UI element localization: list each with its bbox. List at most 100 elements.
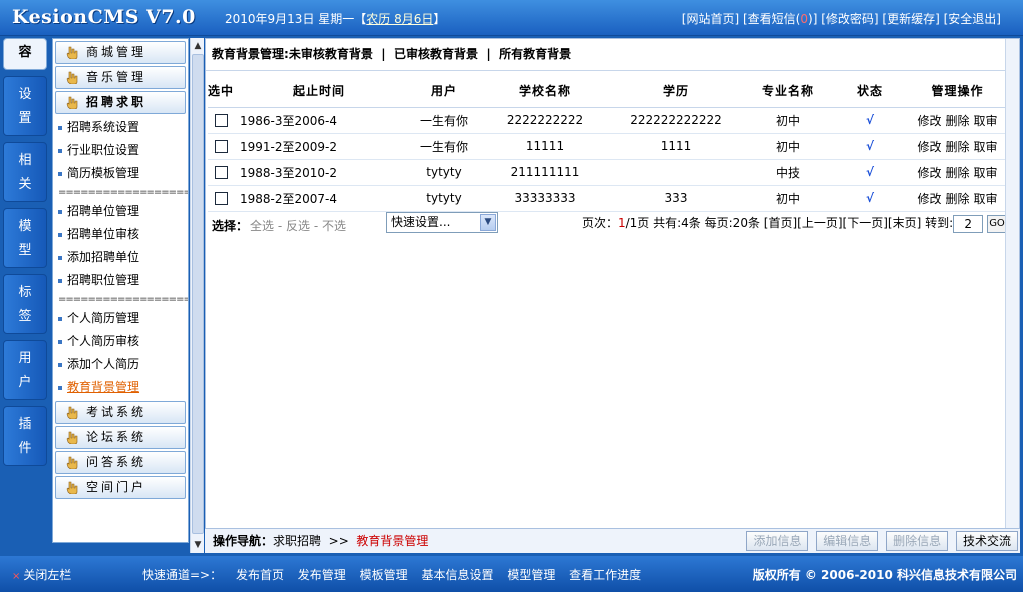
tab-reviewed[interactable]: 已审核教育背景 xyxy=(394,47,478,61)
update-cache-link[interactable]: [更新缓存] xyxy=(882,12,939,26)
quick-link-publish-manage[interactable]: 发布管理 xyxy=(298,568,346,582)
col-user: 用户 xyxy=(404,75,484,108)
select-all-link[interactable]: 全选 xyxy=(250,219,274,233)
edit-link[interactable]: 修改 xyxy=(917,166,941,180)
col-major: 专业名称 xyxy=(746,75,830,108)
quick-link-job-progress[interactable]: 查看工作进度 xyxy=(569,568,641,582)
col-select: 选中 xyxy=(208,75,234,108)
hand-icon xyxy=(66,96,78,109)
col-period: 起止时间 xyxy=(234,75,404,108)
sidebar-item-add-employer[interactable]: 添加招聘单位 xyxy=(53,246,188,269)
quick-label: 快速通道=>： xyxy=(142,568,223,582)
delete-link[interactable]: 删除 xyxy=(945,114,969,128)
sidebar-item-employer-manage[interactable]: 招聘单位管理 xyxy=(53,200,188,223)
app-logo: KesionCMS V7.0 xyxy=(12,6,196,28)
prev-page-link[interactable]: [上一页] xyxy=(797,216,842,230)
tab-related[interactable]: 相 关 xyxy=(3,142,47,202)
sidebar-item-employer-review[interactable]: 招聘单位审核 xyxy=(53,223,188,246)
scroll-thumb[interactable] xyxy=(192,54,204,534)
sidebar-item-resume-review[interactable]: 个人简历审核 xyxy=(53,330,188,353)
delete-info-button[interactable]: 删除信息 xyxy=(886,531,949,551)
sidebar-item-add-resume[interactable]: 添加个人简历 xyxy=(53,353,188,376)
first-page-link[interactable]: [首页] xyxy=(764,216,797,230)
table-row: 1991-2至2009-2 一生有你 11111 1111 初中 √ 修改 删除取… xyxy=(208,133,1005,160)
sidebar-item-industry-positions[interactable]: 行业职位设置 xyxy=(53,139,188,162)
edit-link[interactable]: 修改 xyxy=(917,140,941,154)
quick-links: 快速通道=>： 发布首页 发布管理 模板管理 基本信息设置 模型管理 查看工作进… xyxy=(142,566,641,583)
row-checkbox[interactable] xyxy=(214,166,228,179)
goto-page-input[interactable]: 2 xyxy=(953,214,984,233)
select-none-link[interactable]: 不选 xyxy=(322,219,346,233)
unapprove-link[interactable]: 取审 xyxy=(974,166,998,180)
unapprove-link[interactable]: 取审 xyxy=(974,114,998,128)
status-check-icon: √ xyxy=(830,107,910,134)
tab-content[interactable]: 容 xyxy=(3,38,47,70)
pagination: 页次：1/1页 共有:4条 每页:20条 [首页][上一页][下一页][末页] … xyxy=(582,213,1007,233)
home-link[interactable]: [网站首页] xyxy=(682,12,739,26)
sidebar-button-recruit[interactable]: 招聘求职 xyxy=(55,91,186,114)
sidebar-button-exam[interactable]: 考试系统 xyxy=(55,401,186,424)
sidebar-item-recruit-settings[interactable]: 招聘系统设置 xyxy=(53,116,188,139)
education-table: 选中 起止时间 用户 学校名称 学历 专业名称 状态 管理操作 1986-3至2… xyxy=(208,75,1005,212)
close-icon: × xyxy=(12,571,21,582)
main-tabbar: 教育背景管理:未审核教育背景 | 已审核教育背景 | 所有教育背景 xyxy=(206,39,1019,71)
invert-select-link[interactable]: 反选 xyxy=(286,219,310,233)
quick-settings-select[interactable]: 快速设置... ▼ xyxy=(386,212,498,233)
delete-link[interactable]: 删除 xyxy=(945,192,969,206)
sidebar-button-music[interactable]: 音乐管理 xyxy=(55,66,186,89)
row-checkbox[interactable] xyxy=(214,140,228,153)
sidebar-button-forum[interactable]: 论坛系统 xyxy=(55,426,186,449)
quick-link-basic-settings[interactable]: 基本信息设置 xyxy=(421,568,493,582)
delete-link[interactable]: 删除 xyxy=(945,166,969,180)
breadcrumb-recruit[interactable]: 求职招聘 xyxy=(273,534,321,548)
change-password-link[interactable]: [修改密码] xyxy=(821,12,878,26)
row-checkbox[interactable] xyxy=(214,192,228,205)
messages-link[interactable]: [查看短信(0)] xyxy=(743,12,817,26)
sidebar-item-education-manage[interactable]: 教育背景管理 xyxy=(53,376,188,399)
sidebar-button-shop[interactable]: 商城管理 xyxy=(55,41,186,64)
sidebar-button-qa[interactable]: 问答系统 xyxy=(55,451,186,474)
quick-link-model-manage[interactable]: 模型管理 xyxy=(507,568,555,582)
tab-plugins[interactable]: 插 件 xyxy=(3,406,47,466)
unapprove-link[interactable]: 取审 xyxy=(974,140,998,154)
separator: =================== xyxy=(58,294,188,305)
edit-link[interactable]: 修改 xyxy=(917,192,941,206)
tab-users[interactable]: 用 户 xyxy=(3,340,47,400)
quick-link-publish-home[interactable]: 发布首页 xyxy=(236,568,284,582)
footer-bar: × 关闭左栏 快速通道=>： 发布首页 发布管理 模板管理 基本信息设置 模型管理… xyxy=(0,556,1023,592)
row-actions: 修改 删除 取审 xyxy=(910,185,1005,212)
sidebar-item-position-manage[interactable]: 招聘职位管理 xyxy=(53,269,188,292)
next-page-link[interactable]: [下一页] xyxy=(843,216,888,230)
tab-labels[interactable]: 标 签 xyxy=(3,274,47,334)
tab-all[interactable]: 所有教育背景 xyxy=(499,47,571,61)
go-button[interactable]: GO xyxy=(987,214,1007,233)
unapprove-link[interactable]: 取审 xyxy=(974,192,998,206)
row-actions: 修改 删除 取审 xyxy=(910,159,1005,186)
last-page-link[interactable]: [末页] xyxy=(888,216,921,230)
sidebar-item-resume-manage[interactable]: 个人简历管理 xyxy=(53,307,188,330)
tab-unreviewed[interactable]: 未审核教育背景 xyxy=(289,47,373,61)
sidebar-button-space[interactable]: 空间门户 xyxy=(55,476,186,499)
top-header: KesionCMS V7.0 2010年9月13日 星期一【农历 8月6日】 [… xyxy=(0,0,1023,36)
close-left-button[interactable]: × 关闭左栏 xyxy=(12,566,71,583)
quick-link-template-manage[interactable]: 模板管理 xyxy=(360,568,408,582)
scroll-down-icon[interactable]: ▼ xyxy=(193,540,203,550)
breadcrumb-label: 操作导航： xyxy=(213,534,274,548)
edit-link[interactable]: 修改 xyxy=(917,114,941,128)
sidebar-scrollbar[interactable]: ▲ ▼ xyxy=(190,38,204,553)
scroll-up-icon[interactable]: ▲ xyxy=(193,41,203,51)
main-scrollbar[interactable] xyxy=(1005,39,1019,552)
tab-settings[interactable]: 设 置 xyxy=(3,76,47,136)
add-info-button[interactable]: 添加信息 xyxy=(746,531,809,551)
sidebar-item-resume-templates[interactable]: 简历模板管理 xyxy=(53,162,188,185)
edit-info-button[interactable]: 编辑信息 xyxy=(816,531,879,551)
row-checkbox[interactable] xyxy=(214,114,228,127)
table-row: 1988-2至2007-4 tytyty 33333333 333 初中 √ 修… xyxy=(208,185,1005,212)
tab-models[interactable]: 模 型 xyxy=(3,208,47,268)
lunar-date-link[interactable]: 农历 8月6日 xyxy=(366,12,433,26)
delete-link[interactable]: 删除 xyxy=(945,140,969,154)
logout-link[interactable]: [安全退出] xyxy=(944,12,1001,26)
hand-icon xyxy=(66,406,78,419)
tech-exchange-button[interactable]: 技术交流 xyxy=(955,531,1018,551)
col-status: 状态 xyxy=(830,75,910,108)
